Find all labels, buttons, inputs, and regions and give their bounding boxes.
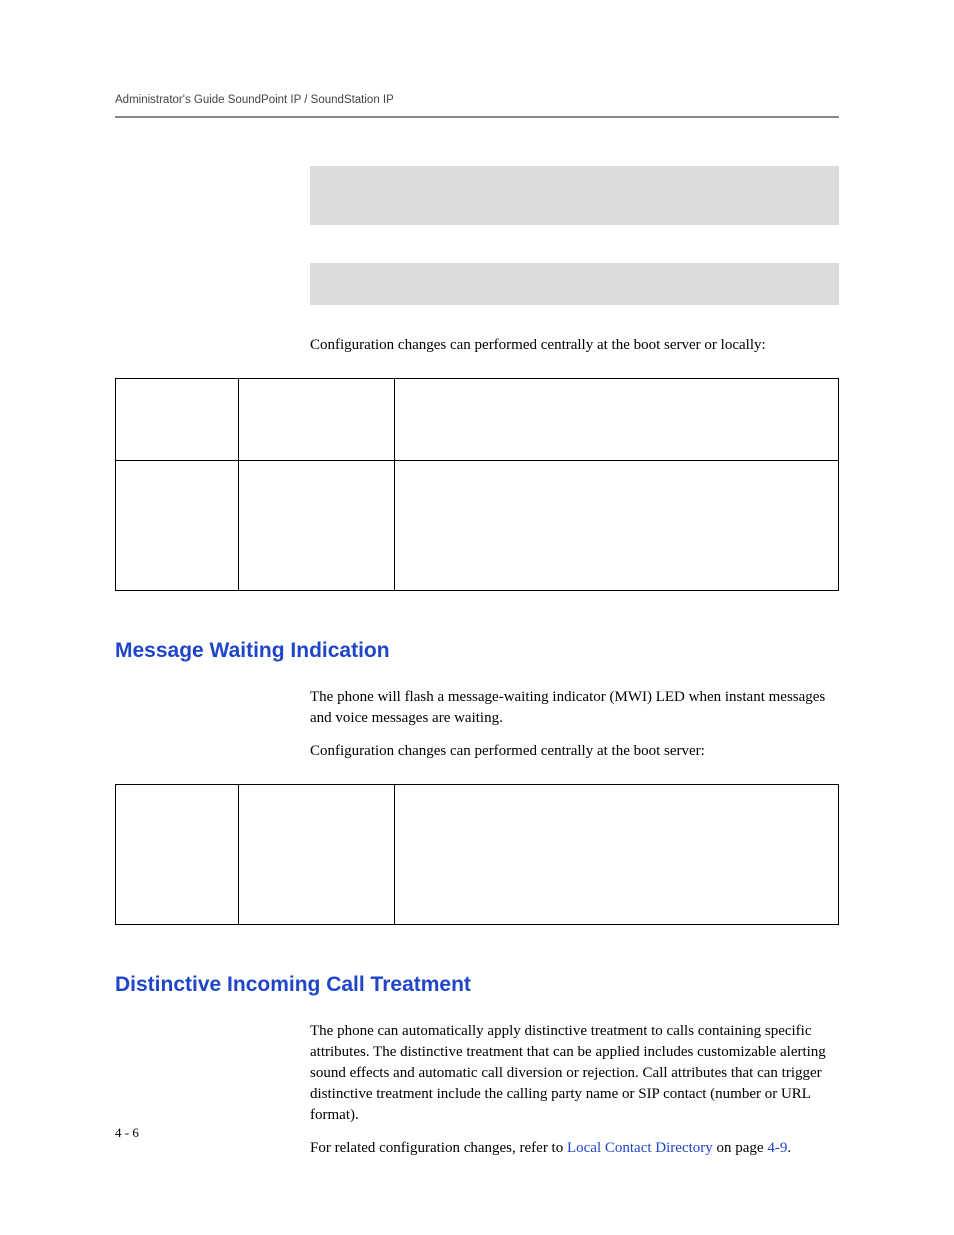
- table-cell: [239, 461, 395, 591]
- running-header: Administrator's Guide SoundPoint IP / So…: [115, 94, 839, 118]
- mwi-paragraph-1: The phone will flash a message-waiting i…: [310, 687, 839, 729]
- table-cell: [395, 379, 839, 461]
- grey-placeholder-box-2: [310, 263, 839, 305]
- table-cell: [116, 461, 239, 591]
- table-cell: [395, 461, 839, 591]
- grey-placeholder-box-1: [310, 166, 839, 225]
- table-cell: [239, 379, 395, 461]
- heading-distinctive: Distinctive Incoming Call Treatment: [115, 973, 839, 997]
- mwi-paragraph-2: Configuration changes can performed cent…: [310, 741, 839, 762]
- config-table-1: [115, 378, 839, 591]
- link-page-ref[interactable]: 4-9: [767, 1140, 787, 1156]
- distinctive-paragraph-1: The phone can automatically apply distin…: [310, 1021, 839, 1126]
- table-cell: [239, 785, 395, 925]
- text-fragment: .: [787, 1140, 791, 1156]
- heading-mwi: Message Waiting Indication: [115, 639, 839, 663]
- table-cell: [116, 379, 239, 461]
- table-cell: [116, 785, 239, 925]
- page-number: 4 - 6: [115, 1125, 139, 1141]
- text-fragment: For related configuration changes, refer…: [310, 1140, 567, 1156]
- link-local-contact-directory[interactable]: Local Contact Directory: [567, 1140, 713, 1156]
- config-table-2: [115, 784, 839, 925]
- distinctive-paragraph-2: For related configuration changes, refer…: [310, 1138, 839, 1159]
- config-note-text: Configuration changes can performed cent…: [310, 335, 839, 356]
- table-cell: [395, 785, 839, 925]
- text-fragment: on page: [713, 1140, 768, 1156]
